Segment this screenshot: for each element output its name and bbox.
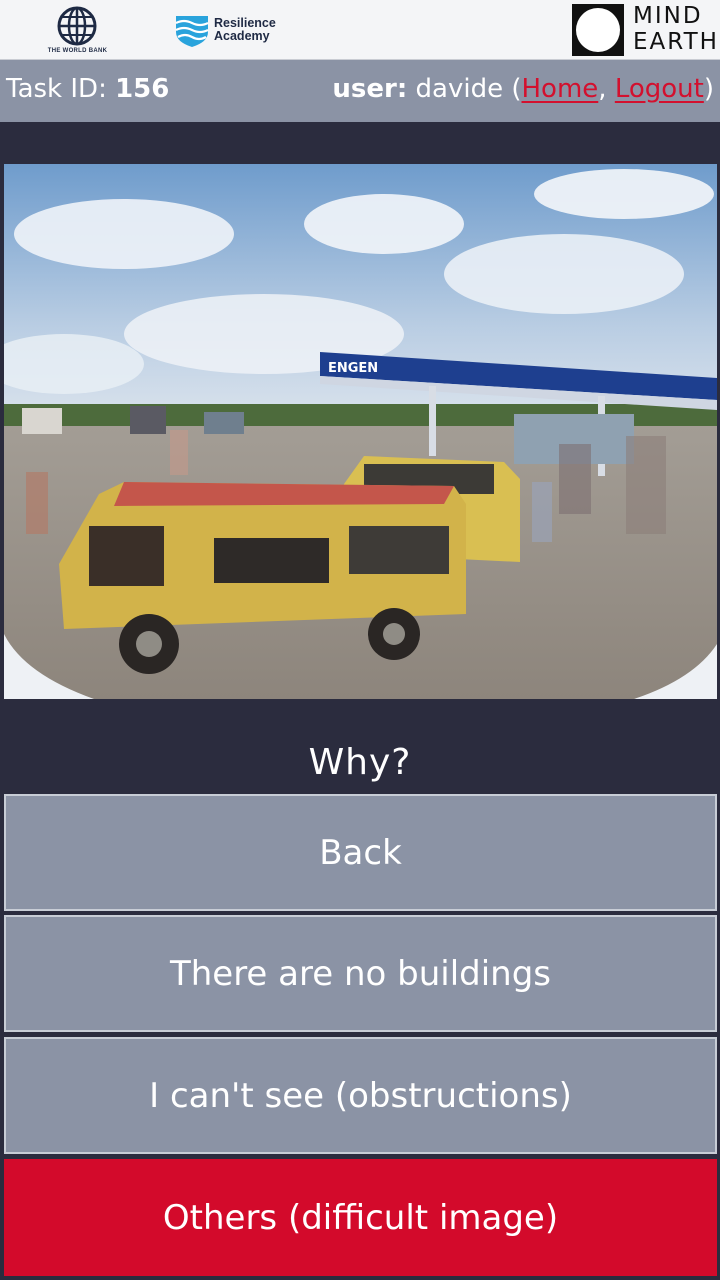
user-info: user: davide (Home, Logout) xyxy=(332,74,714,104)
world-bank-wordmark: THE WORLD BANK xyxy=(47,48,108,54)
mind-earth-mark-icon xyxy=(572,4,624,56)
back-button[interactable]: Back xyxy=(4,794,717,911)
station-sign: ENGEN xyxy=(328,361,378,376)
question-text: Why? xyxy=(308,742,412,783)
street-view-photo: ENGEN xyxy=(4,164,717,699)
others-difficult-image-button[interactable]: Others (difficult image) xyxy=(4,1159,717,1276)
resilience-academy-wordmark: Resilience Academy xyxy=(214,16,276,43)
logo-bar: THE WORLD BANK Resilience Academy MIND E… xyxy=(0,0,720,60)
obstructions-button[interactable]: I can't see (obstructions) xyxy=(4,1037,717,1154)
task-header: Task ID: 156 user: davide (Home, Logout) xyxy=(0,60,720,122)
mind-earth-logo: MIND EARTH xyxy=(572,3,718,57)
logout-link[interactable]: Logout xyxy=(615,74,704,104)
home-link[interactable]: Home xyxy=(522,74,599,104)
user-label: user: xyxy=(332,74,408,104)
task-id: Task ID: 156 xyxy=(6,74,170,104)
username: davide ( xyxy=(407,74,522,104)
task-id-value: 156 xyxy=(115,74,170,104)
globe-icon xyxy=(57,6,97,46)
shield-waves-icon xyxy=(175,16,209,47)
world-bank-logo: THE WORLD BANK xyxy=(40,4,115,56)
mind-earth-wordmark: MIND EARTH xyxy=(633,3,719,55)
no-buildings-button[interactable]: There are no buildings xyxy=(4,915,717,1032)
